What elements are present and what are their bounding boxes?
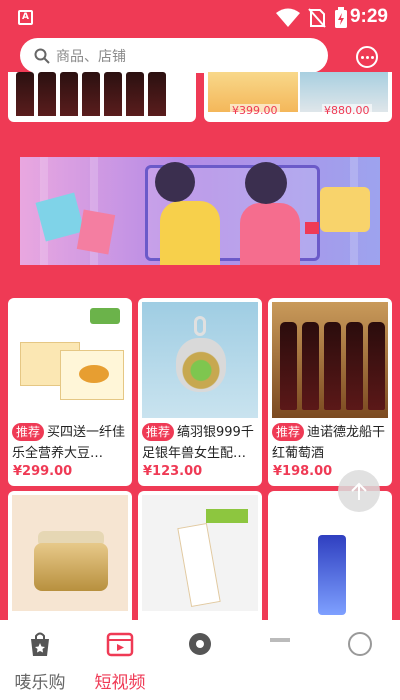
product-price: ¥123.00 bbox=[143, 464, 203, 479]
shopping-bag-icon bbox=[31, 632, 49, 656]
more-options-button[interactable] bbox=[356, 46, 378, 68]
product-card[interactable]: 推荐 买四送一纤佳乐全营养大豆… ¥299.00 bbox=[8, 298, 132, 486]
product-image bbox=[272, 495, 388, 615]
profile-icon bbox=[348, 632, 372, 656]
recommend-tag: 推荐 bbox=[12, 423, 45, 441]
clothing-illustration bbox=[320, 187, 370, 232]
product-card[interactable] bbox=[8, 491, 132, 631]
product-price: ¥198.00 bbox=[273, 464, 333, 479]
product-title: 推荐 迪诺德龙船干红葡萄酒 bbox=[272, 423, 386, 461]
nav-item-partial[interactable] bbox=[160, 630, 240, 662]
status-icons bbox=[276, 7, 348, 29]
circle-icon bbox=[189, 633, 211, 655]
product-card-partial[interactable]: ¥399.00 ¥880.00 bbox=[204, 72, 392, 122]
battery-charging-icon bbox=[335, 7, 347, 28]
shopper-illustration bbox=[240, 203, 300, 265]
search-placeholder: 商品、店铺 bbox=[56, 48, 126, 65]
product-price: ¥880.00 bbox=[322, 104, 372, 117]
product-image bbox=[142, 302, 258, 418]
tray-icon bbox=[270, 638, 290, 642]
nav-item-partial[interactable] bbox=[240, 630, 320, 662]
wifi-icon bbox=[276, 8, 300, 27]
product-card[interactable]: 推荐 迪诺德龙船干红葡萄酒 ¥198.00 bbox=[268, 298, 392, 486]
shopper-illustration bbox=[160, 201, 220, 265]
clock: 9:29 bbox=[349, 6, 388, 27]
product-image bbox=[142, 495, 258, 611]
recommend-tag: 推荐 bbox=[272, 423, 305, 441]
no-sim-icon bbox=[308, 8, 326, 28]
product-image bbox=[12, 495, 128, 611]
product-card[interactable] bbox=[268, 491, 392, 631]
product-card-partial[interactable] bbox=[8, 72, 196, 122]
search-icon bbox=[34, 48, 50, 64]
product-title: 推荐 缟羽银999千足银年兽女生配… bbox=[142, 423, 254, 461]
bottom-navigation: 唛乐购 短视频 bbox=[0, 620, 400, 700]
shopper-illustration bbox=[155, 162, 195, 202]
status-bar: A 9:29 bbox=[0, 0, 400, 36]
product-card[interactable] bbox=[138, 491, 262, 631]
nav-item-short-video[interactable]: 短视频 bbox=[80, 630, 160, 693]
product-image bbox=[12, 302, 128, 418]
shopper-illustration bbox=[245, 162, 287, 204]
product-card[interactable]: 推荐 缟羽银999千足银年兽女生配… ¥123.00 bbox=[138, 298, 262, 486]
product-price: ¥399.00 bbox=[230, 104, 280, 117]
shopping-bag-illustration bbox=[76, 209, 116, 255]
nav-label: 唛乐购 bbox=[14, 673, 66, 693]
wine-bottles-image bbox=[16, 72, 166, 116]
product-price: ¥299.00 bbox=[13, 464, 73, 479]
video-icon bbox=[106, 632, 134, 657]
nav-item-shop[interactable]: 唛乐购 bbox=[0, 630, 80, 693]
nav-label: 短视频 bbox=[94, 673, 146, 693]
scroll-to-top-button[interactable] bbox=[338, 470, 380, 512]
arrow-up-icon bbox=[351, 482, 367, 500]
product-image bbox=[272, 302, 388, 418]
product-title: 推荐 买四送一纤佳乐全营养大豆… bbox=[12, 423, 126, 461]
app-notification-icon: A bbox=[18, 10, 33, 25]
recommend-tag: 推荐 bbox=[142, 423, 175, 441]
gift-illustration bbox=[305, 222, 319, 234]
nav-item-partial[interactable] bbox=[320, 630, 400, 662]
promo-banner[interactable] bbox=[20, 157, 380, 265]
search-bar[interactable]: 商品、店铺 bbox=[20, 38, 328, 73]
